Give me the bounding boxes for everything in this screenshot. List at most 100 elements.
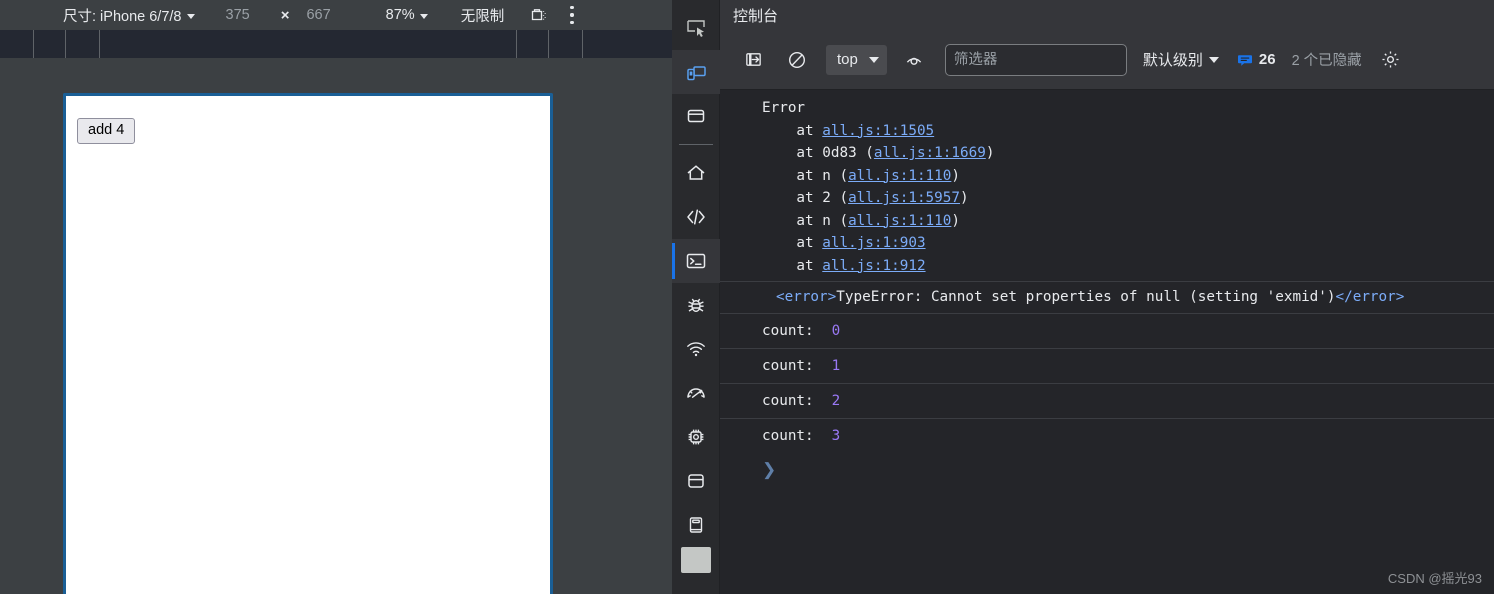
error-stack-frame: at n (all.js:1:110): [720, 165, 1494, 188]
source-link[interactable]: all.js:1:110: [848, 168, 951, 184]
bug-debug-icon[interactable]: [672, 283, 720, 327]
message-count-badge[interactable]: 26: [1237, 51, 1276, 68]
device-emulation-pane: 尺寸: iPhone 6/7/8 375 × 667 87% 无限制 add 4: [0, 0, 672, 594]
console-log-list[interactable]: Error at all.js:1:1505 at 0d83 (all.js:1…: [720, 91, 1494, 594]
devtools-window: 尺寸: iPhone 6/7/8 375 × 667 87% 无限制 add 4…: [0, 0, 1494, 594]
sources-code-icon[interactable]: [672, 195, 720, 239]
device-toolbar-icon[interactable]: [672, 50, 720, 94]
count-label: count:: [762, 428, 814, 444]
frame-prefix: at: [762, 122, 823, 139]
rail-overflow-thumb[interactable]: [680, 547, 711, 573]
console-prompt[interactable]: ❯: [720, 453, 1494, 487]
devtools-icon-rail: [672, 0, 720, 594]
inspect-element-icon[interactable]: [672, 6, 720, 50]
device-width-field[interactable]: 375: [195, 0, 250, 30]
execution-context-value: top: [837, 51, 858, 68]
device-viewport-frame: add 4: [63, 93, 553, 594]
console-panel-title: 控制台: [720, 0, 1494, 30]
memory-chip-icon[interactable]: [672, 415, 720, 459]
count-value: 3: [831, 428, 841, 444]
log-level-select[interactable]: 默认级别: [1143, 49, 1219, 70]
source-link[interactable]: all.js:1:110: [848, 213, 951, 229]
log-entry-xml-error: <error>TypeError: Cannot set properties …: [720, 282, 1494, 313]
show-console-sidebar-icon[interactable]: [736, 43, 770, 77]
count-label: count:: [762, 358, 814, 374]
error-stack-frame: at 2 (all.js:1:5957): [720, 187, 1494, 210]
device-width-value: 375: [225, 7, 250, 23]
add-button[interactable]: add 4: [77, 118, 136, 145]
log-entry-count: count: 2: [720, 384, 1494, 418]
frame-prefix: at 0d83 (: [762, 145, 874, 161]
zoom-value: 87%: [385, 7, 415, 23]
home-icon[interactable]: [672, 151, 720, 195]
error-stack-frames: at all.js:1:1505 at 0d83 (all.js:1:1669)…: [720, 120, 1494, 278]
chevron-down-icon: [868, 56, 879, 63]
zoom-dropdown[interactable]: 87%: [386, 0, 428, 30]
log-level-label: 默认级别: [1142, 52, 1203, 69]
frame-suffix: ): [985, 145, 995, 161]
application-storage-icon[interactable]: [672, 459, 720, 503]
frame-prefix: at: [762, 235, 823, 251]
chevron-down-icon: [186, 13, 195, 19]
log-entry-count: count: 0: [720, 314, 1494, 348]
count-value: 0: [831, 323, 841, 339]
error-stack-frame: at all.js:1:903: [720, 232, 1494, 255]
frame-prefix: at n (: [762, 212, 849, 229]
xml-open-tag: <error>: [776, 289, 837, 305]
csdn-watermark: CSDN @摇光93: [1387, 571, 1482, 586]
clear-console-icon[interactable]: [780, 43, 814, 77]
gear-icon[interactable]: [1376, 45, 1406, 75]
device-height-field[interactable]: 667: [289, 0, 330, 30]
log-entry-count: count: 3: [720, 419, 1494, 453]
console-terminal-icon[interactable]: [672, 239, 720, 283]
throttle-value: 无限制: [460, 8, 505, 25]
count-value: 2: [831, 393, 841, 409]
count-log-rows: count: 0 count: 1 count: 2 count: 3: [720, 314, 1494, 453]
device-height-value: 667: [306, 7, 331, 23]
error-stack-frame: at 0d83 (all.js:1:1669): [720, 142, 1494, 165]
count-label: count:: [762, 393, 814, 409]
error-stack-frame: at all.js:1:1505: [720, 120, 1494, 143]
message-count-value: 26: [1258, 51, 1276, 68]
network-wifi-icon[interactable]: [672, 327, 720, 371]
panel-layout-icon[interactable]: [672, 94, 720, 138]
console-filter-input[interactable]: [944, 43, 1127, 76]
frame-suffix: ): [951, 167, 960, 184]
performance-gauge-icon[interactable]: [672, 371, 720, 415]
device-ruler: [0, 30, 672, 59]
source-link[interactable]: all.js:1:1669: [874, 145, 986, 161]
more-vertical-icon[interactable]: [570, 0, 574, 30]
count-value: 1: [831, 358, 841, 374]
device-size-dropdown[interactable]: 尺寸: iPhone 6/7/8: [63, 0, 195, 30]
docs-book-icon[interactable]: [672, 503, 720, 547]
throttling-dropdown[interactable]: 无限制: [461, 0, 505, 30]
device-viewport-wrapper: add 4: [0, 58, 672, 594]
dimension-separator: ×: [250, 0, 290, 30]
count-label: count:: [762, 323, 814, 339]
screenshot-camera-icon[interactable]: [530, 0, 548, 30]
times-symbol: ×: [280, 6, 290, 24]
log-entry-error-stack: Error at all.js:1:1505 at 0d83 (all.js:1…: [720, 91, 1494, 281]
frame-suffix: ): [959, 190, 969, 206]
device-size-label: 尺寸: iPhone 6/7/8: [63, 8, 182, 25]
console-toolbar: top 默认级别: [720, 30, 1494, 90]
source-link[interactable]: all.js:1:912: [822, 258, 925, 274]
source-link[interactable]: all.js:1:903: [822, 235, 925, 251]
chevron-down-icon: [419, 13, 428, 19]
execution-context-select[interactable]: top: [826, 44, 887, 75]
prompt-chevron-icon: ❯: [762, 460, 777, 479]
speech-bubble-icon: [1237, 52, 1253, 68]
device-emulation-toolbar: 尺寸: iPhone 6/7/8 375 × 667 87% 无限制: [0, 0, 672, 30]
log-entry-count: count: 1: [720, 349, 1494, 383]
frame-prefix: at 2 (: [762, 190, 849, 206]
source-link[interactable]: all.js:1:5957: [848, 190, 960, 206]
live-expression-eye-icon[interactable]: [897, 43, 931, 77]
xml-close-tag: </error>: [1335, 289, 1405, 305]
error-stack-frame: at n (all.js:1:110): [720, 210, 1494, 233]
hidden-messages-label: 2 个已隐藏: [1291, 53, 1362, 69]
chevron-down-icon: [1208, 56, 1219, 63]
frame-suffix: ): [951, 212, 960, 229]
rail-divider: [678, 144, 713, 145]
error-header: Error: [762, 100, 806, 116]
source-link[interactable]: all.js:1:1505: [822, 123, 934, 139]
